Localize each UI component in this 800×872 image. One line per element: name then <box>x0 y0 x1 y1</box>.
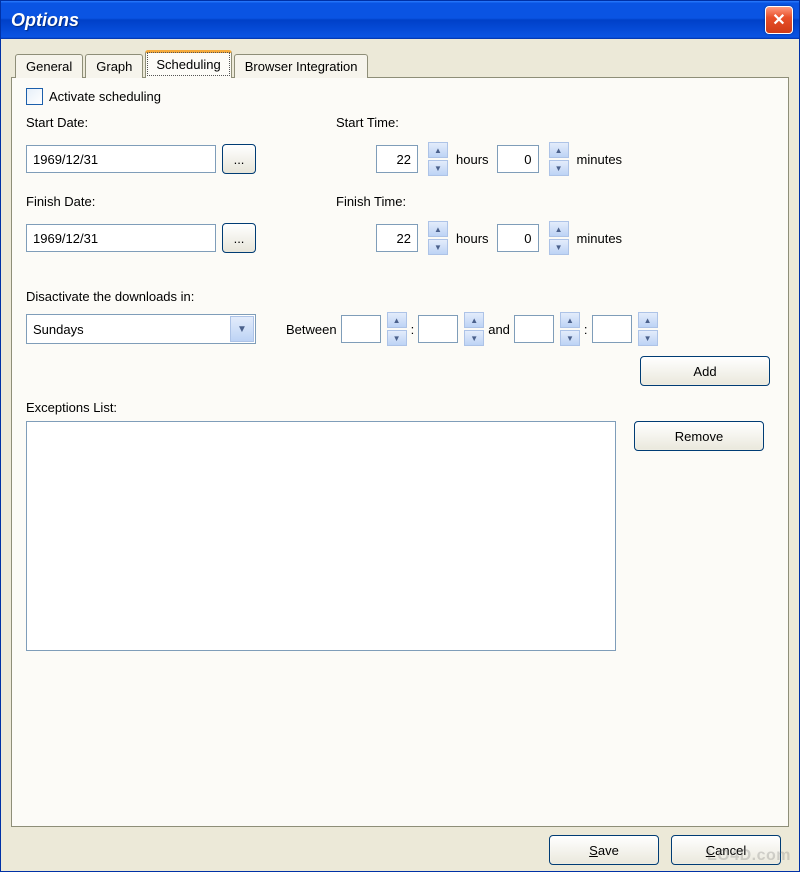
colon-label: : <box>411 322 415 337</box>
tab-graph[interactable]: Graph <box>85 54 143 78</box>
colon-label: : <box>584 322 588 337</box>
dialog-footer: Save Cancel <box>11 827 789 865</box>
start-minutes-input[interactable] <box>497 145 539 173</box>
remove-button-label: Remove <box>675 429 723 444</box>
hours-label: hours <box>456 231 489 246</box>
client-area: General Graph Scheduling Browser Integra… <box>1 39 799 871</box>
save-button[interactable]: Save <box>549 835 659 865</box>
tab-scheduling[interactable]: Scheduling <box>145 50 231 78</box>
between-min2-input[interactable] <box>592 315 632 343</box>
options-window: Options ✕ General Graph Scheduling Brows… <box>0 0 800 872</box>
tab-label: General <box>26 59 72 74</box>
finish-hours-spinner[interactable]: ▲ ▼ <box>428 221 448 255</box>
spin-down-icon[interactable]: ▼ <box>549 239 569 255</box>
remove-button[interactable]: Remove <box>634 421 764 451</box>
window-title: Options <box>11 10 79 31</box>
add-button-label: Add <box>693 364 716 379</box>
and-label: and <box>488 322 510 337</box>
tab-label: Graph <box>96 59 132 74</box>
finish-date-picker-button[interactable]: ... <box>222 223 256 253</box>
exceptions-list[interactable] <box>26 421 616 651</box>
between-hour1-spinner[interactable]: ▲ ▼ <box>387 312 407 346</box>
spin-up-icon[interactable]: ▲ <box>549 221 569 237</box>
tab-strip: General Graph Scheduling Browser Integra… <box>15 49 789 77</box>
spin-down-icon[interactable]: ▼ <box>428 160 448 176</box>
ellipsis-icon: ... <box>234 152 245 167</box>
ellipsis-icon: ... <box>234 231 245 246</box>
chevron-down-icon[interactable]: ▼ <box>230 316 254 342</box>
between-min2-spinner[interactable]: ▲ ▼ <box>638 312 658 346</box>
finish-hours-input[interactable] <box>376 224 418 252</box>
finish-minutes-spinner[interactable]: ▲ ▼ <box>549 221 569 255</box>
spin-up-icon[interactable]: ▲ <box>549 142 569 158</box>
spin-down-icon[interactable]: ▼ <box>464 330 484 346</box>
between-min1-spinner[interactable]: ▲ ▼ <box>464 312 484 346</box>
start-date-picker-button[interactable]: ... <box>222 144 256 174</box>
activate-scheduling-label: Activate scheduling <box>49 89 161 104</box>
exceptions-label: Exceptions List: <box>26 400 117 415</box>
day-combo[interactable]: ▼ <box>26 314 256 344</box>
start-hours-spinner[interactable]: ▲ ▼ <box>428 142 448 176</box>
spin-down-icon[interactable]: ▼ <box>387 330 407 346</box>
add-button[interactable]: Add <box>640 356 770 386</box>
activate-scheduling-checkbox[interactable] <box>26 88 43 105</box>
titlebar: Options ✕ <box>1 1 799 39</box>
spin-up-icon[interactable]: ▲ <box>638 312 658 328</box>
finish-time-label: Finish Time: <box>336 194 774 209</box>
between-hour1-input[interactable] <box>341 315 381 343</box>
spin-up-icon[interactable]: ▲ <box>387 312 407 328</box>
spin-down-icon[interactable]: ▼ <box>428 239 448 255</box>
between-hour2-input[interactable] <box>514 315 554 343</box>
scheduling-panel: Activate scheduling Start Date: Start Ti… <box>11 77 789 827</box>
close-button[interactable]: ✕ <box>765 6 793 34</box>
start-date-label: Start Date: <box>26 115 306 130</box>
day-combo-input[interactable] <box>26 314 256 344</box>
finish-date-input[interactable] <box>26 224 216 252</box>
tab-browser-integration[interactable]: Browser Integration <box>234 54 369 78</box>
cancel-button-rest: ancel <box>715 843 746 858</box>
spin-up-icon[interactable]: ▲ <box>560 312 580 328</box>
tab-general[interactable]: General <box>15 54 83 78</box>
minutes-label: minutes <box>577 152 623 167</box>
start-minutes-spinner[interactable]: ▲ ▼ <box>549 142 569 176</box>
tab-label: Scheduling <box>156 57 220 72</box>
between-label: Between <box>286 322 337 337</box>
tab-label: Browser Integration <box>245 59 358 74</box>
spin-down-icon[interactable]: ▼ <box>638 330 658 346</box>
between-min1-input[interactable] <box>418 315 458 343</box>
minutes-label: minutes <box>577 231 623 246</box>
start-date-input[interactable] <box>26 145 216 173</box>
save-button-rest: ave <box>598 843 619 858</box>
start-hours-input[interactable] <box>376 145 418 173</box>
disactivate-label: Disactivate the downloads in: <box>26 289 194 304</box>
start-time-label: Start Time: <box>336 115 774 130</box>
between-hour2-spinner[interactable]: ▲ ▼ <box>560 312 580 346</box>
hours-label: hours <box>456 152 489 167</box>
spin-up-icon[interactable]: ▲ <box>428 221 448 237</box>
spin-up-icon[interactable]: ▲ <box>428 142 448 158</box>
spin-down-icon[interactable]: ▼ <box>549 160 569 176</box>
close-icon: ✕ <box>772 10 785 30</box>
finish-date-label: Finish Date: <box>26 194 306 209</box>
finish-minutes-input[interactable] <box>497 224 539 252</box>
spin-down-icon[interactable]: ▼ <box>560 330 580 346</box>
spin-up-icon[interactable]: ▲ <box>464 312 484 328</box>
cancel-button[interactable]: Cancel <box>671 835 781 865</box>
